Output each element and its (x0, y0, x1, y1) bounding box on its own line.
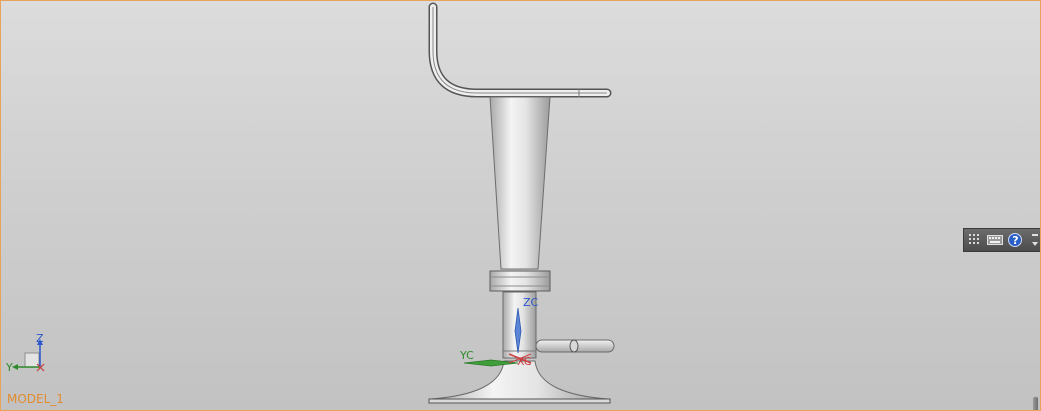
view-mini-toolbar[interactable]: ? (963, 228, 1040, 252)
help-icon[interactable]: ? (1008, 232, 1023, 248)
view-triad: Z Y (5, 332, 45, 374)
expand-icon[interactable] (1028, 232, 1040, 248)
yc-label: YC (459, 349, 474, 362)
model-name-label: MODEL_1 (7, 392, 64, 406)
xc-label: XC (517, 355, 532, 368)
tapered-column (489, 96, 551, 270)
seat-backrest (428, 2, 612, 98)
resize-grip[interactable] (1033, 397, 1038, 410)
triad-y-label: Y (5, 361, 13, 374)
help-icon-glyph: ? (1008, 233, 1023, 247)
height-lever (535, 339, 615, 353)
grid-icon[interactable] (968, 232, 982, 248)
bar-stool-model[interactable]: ZC YC XC Z Y (1, 1, 1041, 411)
triad-z-label: Z (36, 332, 44, 345)
zc-label: ZC (523, 296, 539, 309)
graphics-window[interactable]: ZC YC XC Z Y MODEL_1 ? (0, 0, 1041, 411)
collar-ring (489, 270, 551, 292)
keyboard-icon[interactable] (987, 232, 1004, 248)
